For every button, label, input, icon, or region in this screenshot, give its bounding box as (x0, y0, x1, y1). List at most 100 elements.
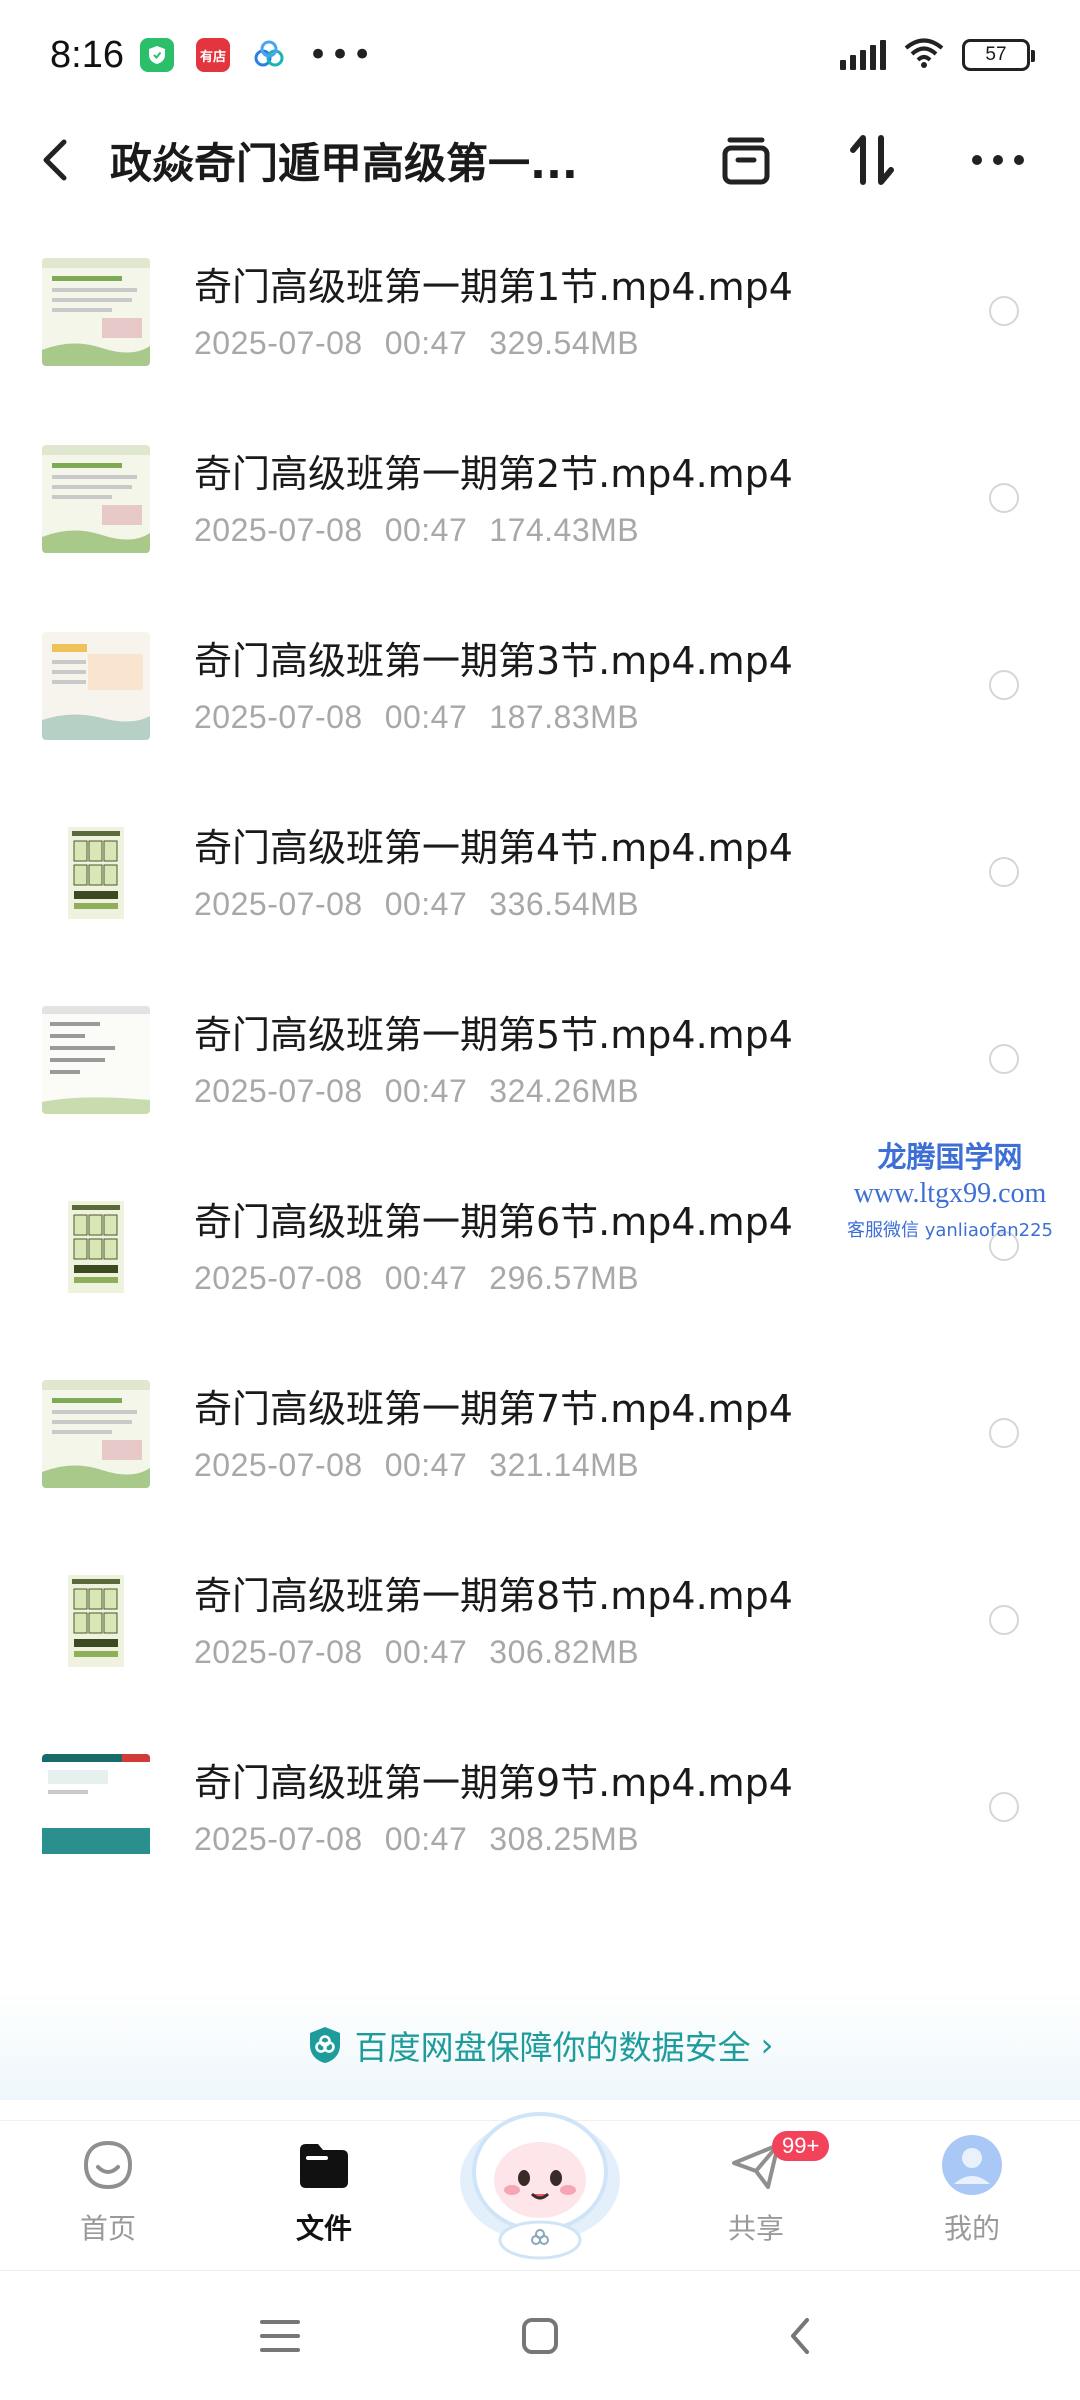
battery-level: 57 (985, 44, 1007, 65)
tab-files[interactable]: 文件 (224, 2133, 424, 2247)
file-row[interactable]: 奇门高级班第一期第7节.mp4.mp4 2025-07-08 00:47 321.14… (0, 1362, 1080, 1549)
file-meta: 2025-07-08 00:47 306.82MB (194, 1634, 793, 1671)
tab-share[interactable]: 99+ 共享 (656, 2131, 856, 2247)
file-time: 00:47 (384, 1260, 468, 1296)
file-date: 2025-07-08 (194, 886, 363, 922)
recents-button[interactable] (250, 2306, 310, 2366)
file-meta: 2025-07-08 00:47 336.54MB (194, 886, 793, 923)
file-date: 2025-07-08 (194, 699, 363, 735)
file-info: 奇门高级班第一期第9节.mp4.mp4 2025-07-08 00:47 308.25… (194, 1752, 793, 1858)
select-radio[interactable] (989, 1605, 1019, 1635)
file-name: 奇门高级班第一期第4节.mp4.mp4 (194, 826, 793, 870)
square-icon (522, 2317, 558, 2354)
tab-mine-label: 我的 (943, 2212, 1000, 2245)
file-meta: 2025-07-08 00:47 321.14MB (194, 1447, 793, 1484)
watermark-site-name: 龙腾国学网 (877, 1140, 1023, 1174)
mascot-astronaut-icon (460, 2112, 620, 2260)
select-radio[interactable] (989, 1792, 1019, 1822)
file-name: 奇门高级班第一期第6节.mp4.mp4 (194, 1200, 793, 1244)
home-icon (76, 2133, 140, 2197)
file-time: 00:47 (384, 1634, 468, 1670)
select-radio[interactable] (989, 1044, 1019, 1074)
tab-home-label: 首页 (79, 2212, 136, 2245)
status-bar: 8:16 有店 ••• 57 (0, 0, 1080, 110)
video-thumbnail (42, 1380, 150, 1488)
video-thumbnail (42, 445, 150, 553)
more-options-button[interactable] (970, 132, 1026, 188)
file-info: 奇门高级班第一期第1节.mp4.mp4 2025-07-08 00:47 329.54… (194, 256, 793, 362)
back-button[interactable] (40, 130, 90, 190)
shield-cloud-icon (309, 2027, 340, 2063)
file-size: 336.54MB (489, 886, 640, 922)
file-info: 奇门高级班第一期第4节.mp4.mp4 2025-07-08 00:47 336.54… (194, 817, 793, 923)
file-size: 174.43MB (489, 512, 640, 548)
file-name: 奇门高级班第一期第2节.mp4.mp4 (194, 452, 793, 496)
tab-share-label: 共享 (727, 2212, 784, 2245)
chevron-right-icon: › (760, 2026, 774, 2064)
select-radio[interactable] (989, 1418, 1019, 1448)
video-thumbnail (42, 258, 150, 366)
file-time: 00:47 (384, 1821, 468, 1857)
file-list: 奇门高级班第一期第1节.mp4.mp4 2025-07-08 00:47 329.54… (0, 240, 1080, 1923)
file-size: 306.82MB (489, 1634, 640, 1670)
file-date: 2025-07-08 (194, 1821, 363, 1857)
file-info: 奇门高级班第一期第6节.mp4.mp4 2025-07-08 00:47 296.57… (194, 1191, 793, 1297)
more-notifications-icon: ••• (307, 35, 375, 75)
baidu-netdisk-notification-icon (252, 38, 286, 72)
menu-icon (260, 2319, 300, 2352)
chevron-left-icon (43, 139, 67, 181)
file-name: 奇门高级班第一期第1节.mp4.mp4 (194, 265, 793, 309)
video-thumbnail (42, 1193, 150, 1301)
back-system-button[interactable] (770, 2306, 830, 2366)
sort-icon (850, 135, 894, 185)
file-date: 2025-07-08 (194, 512, 363, 548)
chevron-left-icon (791, 2317, 809, 2354)
video-thumbnail (42, 1567, 150, 1675)
share-badge: 99+ (772, 2131, 830, 2161)
select-radio[interactable] (989, 483, 1019, 513)
status-time: 8:16 (50, 33, 124, 76)
home-system-button[interactable] (510, 2306, 570, 2366)
system-nav-bar (0, 2270, 1080, 2400)
file-info: 奇门高级班第一期第8节.mp4.mp4 2025-07-08 00:47 306.82… (194, 1565, 793, 1671)
video-thumbnail (42, 1754, 150, 1862)
tab-mine[interactable]: 我的 (872, 2133, 1072, 2247)
archive-button[interactable] (718, 132, 774, 188)
file-time: 00:47 (384, 512, 468, 548)
page-title: 政焱奇门遁甲高级第一... (110, 138, 578, 188)
battery-icon: 57 (962, 39, 1035, 71)
file-meta: 2025-07-08 00:47 308.25MB (194, 1821, 793, 1858)
file-time: 00:47 (384, 699, 468, 735)
tab-files-label: 文件 (295, 2212, 352, 2245)
file-size: 296.57MB (489, 1260, 640, 1296)
file-row[interactable]: 奇门高级班第一期第3节.mp4.mp4 2025-07-08 00:47 187.83… (0, 614, 1080, 801)
ai-mascot-button[interactable] (440, 2080, 640, 2260)
file-row[interactable]: 奇门高级班第一期第8节.mp4.mp4 2025-07-08 00:47 306.82… (0, 1549, 1080, 1736)
store-notification-icon: 有店 (195, 38, 230, 72)
file-row[interactable]: 奇门高级班第一期第9节.mp4.mp4 2025-07-08 00:47 308.25… (0, 1736, 1080, 1923)
tab-home[interactable]: 首页 (8, 2133, 208, 2247)
file-date: 2025-07-08 (194, 325, 363, 361)
file-name: 奇门高级班第一期第5节.mp4.mp4 (194, 1013, 793, 1057)
file-size: 308.25MB (489, 1821, 640, 1857)
select-radio[interactable] (989, 857, 1019, 887)
file-name: 奇门高级班第一期第7节.mp4.mp4 (194, 1387, 793, 1431)
cell-signal-icon (840, 40, 886, 70)
file-row[interactable]: 奇门高级班第一期第4节.mp4.mp4 2025-07-08 00:47 336.54… (0, 801, 1080, 988)
file-row[interactable]: 奇门高级班第一期第2节.mp4.mp4 2025-07-08 00:47 174.43… (0, 427, 1080, 614)
video-thumbnail (42, 1006, 150, 1114)
shield-notification-icon (139, 38, 174, 72)
header: 政焱奇门遁甲高级第一... (0, 110, 1080, 210)
file-time: 00:47 (384, 325, 468, 361)
archive-icon (722, 137, 770, 185)
sort-button[interactable] (844, 132, 900, 188)
file-meta: 2025-07-08 00:47 174.43MB (194, 512, 793, 549)
file-name: 奇门高级班第一期第3节.mp4.mp4 (194, 639, 793, 683)
file-row[interactable]: 奇门高级班第一期第1节.mp4.mp4 2025-07-08 00:47 329.54… (0, 240, 1080, 427)
select-radio[interactable] (989, 670, 1019, 700)
file-date: 2025-07-08 (194, 1634, 363, 1670)
select-radio[interactable] (989, 296, 1019, 326)
file-meta: 2025-07-08 00:47 324.26MB (194, 1073, 793, 1110)
file-name: 奇门高级班第一期第8节.mp4.mp4 (194, 1574, 793, 1618)
video-thumbnail (42, 819, 150, 927)
